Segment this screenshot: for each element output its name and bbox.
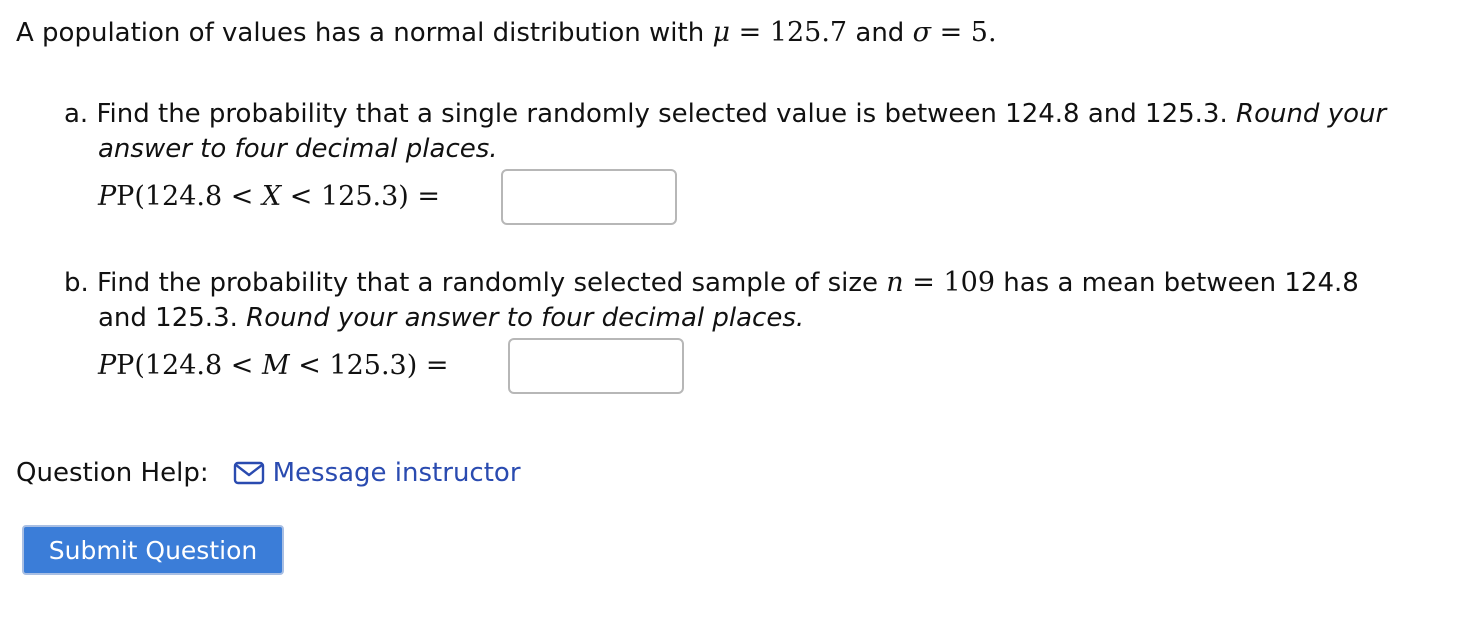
part-a-question-line1: a. Find the probability that a single ra… (64, 99, 1386, 129)
part-a-question-text: a. Find the probability that a single ra… (64, 99, 1236, 129)
n-value: = 109 (903, 267, 995, 298)
part-b-question-rest: has a mean between 124.8 (995, 268, 1359, 298)
part-b-random-variable: M (261, 350, 290, 381)
sigma-symbol: σ (912, 17, 932, 48)
intro-period: . (987, 17, 997, 48)
part-a-answer-input[interactable] (501, 169, 677, 225)
submit-question-button[interactable]: Submit Question (22, 525, 284, 575)
part-b-answer-input[interactable] (508, 338, 684, 394)
question-help: Question Help: Message instructor (16, 458, 521, 488)
message-instructor-link[interactable]: Message instructor (233, 458, 521, 488)
part-a-question-line2: answer to four decimal places. (98, 134, 498, 164)
question-help-label: Question Help: (16, 458, 209, 488)
part-b-question-line2: and 125.3. Round your answer to four dec… (98, 303, 804, 333)
part-b-question-line2-text: and 125.3. (98, 303, 247, 333)
part-b-question-text: b. Find the probability that a randomly … (64, 268, 887, 298)
part-a-random-variable: X (261, 181, 282, 212)
submit-question-label: Submit Question (48, 535, 258, 565)
part-b-probability-expression: PP(124.8 < M < 125.3) = (98, 350, 449, 381)
part-a-probability-expression: PP(124.8 < X < 125.3) = (98, 181, 441, 212)
part-a-round-instruction: Round your (1236, 99, 1387, 129)
n-symbol: n (886, 267, 904, 298)
intro-text: A population of values has a normal dist… (16, 18, 713, 48)
mu-value: = 125.7 (730, 17, 848, 48)
message-instructor-label: Message instructor (272, 458, 521, 488)
problem-intro: A population of values has a normal dist… (16, 17, 997, 49)
part-b-round-instruction: Round your answer to four decimal places… (246, 303, 805, 333)
mail-icon (233, 461, 265, 485)
part-b-question-line1: b. Find the probability that a randomly … (64, 267, 1359, 299)
intro-and: and (847, 18, 913, 48)
sigma-value: = 5 (931, 17, 988, 48)
mu-symbol: μ (712, 17, 731, 48)
